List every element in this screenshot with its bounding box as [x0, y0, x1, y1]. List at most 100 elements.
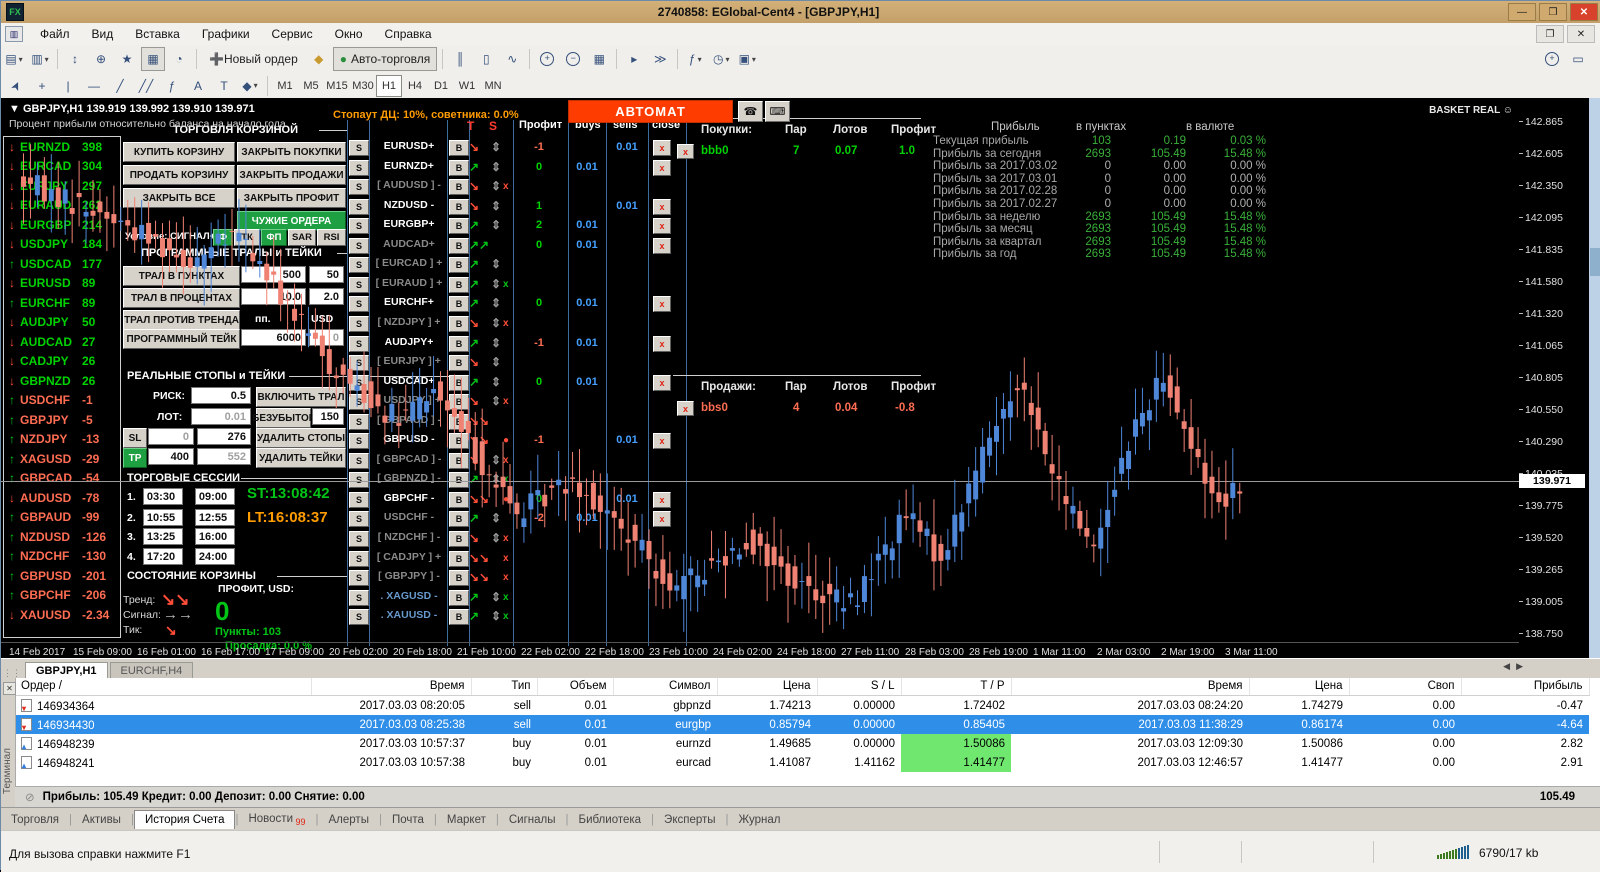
terminal-tab-Алерты[interactable]: Алерты — [319, 811, 379, 829]
tab-scroll-arrows[interactable]: ◀▶ — [1503, 661, 1529, 672]
close-row-button[interactable]: x — [653, 296, 671, 312]
tile-windows-icon[interactable]: ▦ — [587, 47, 611, 71]
cursor-tool-icon[interactable]: ➤ — [4, 74, 28, 98]
buy-toggle-button[interactable]: B — [449, 316, 469, 332]
metaeditor-icon[interactable]: ◆ — [307, 47, 331, 71]
sell-toggle-button[interactable]: S — [349, 511, 369, 527]
laptop-button[interactable]: ⌨ — [765, 101, 790, 122]
buy-toggle-button[interactable]: B — [449, 453, 469, 469]
buy-toggle-button[interactable]: B — [449, 218, 469, 234]
sell-toggle-button[interactable]: S — [349, 414, 369, 430]
phone-button[interactable]: ☎ — [738, 101, 763, 122]
close-all-button[interactable]: ЗАКРЫТЬ ВСЕ — [123, 188, 235, 208]
price-axis[interactable]: 142.865142.605142.350142.095141.835141.5… — [1519, 98, 1589, 658]
buy-toggle-button[interactable]: B — [449, 551, 469, 567]
orders-column-header[interactable]: Время — [311, 678, 471, 696]
buy-toggle-button[interactable]: B — [449, 140, 469, 156]
orders-column-header[interactable]: Цена — [1249, 678, 1349, 696]
profiles-button[interactable]: ▥▾ — [28, 47, 52, 71]
watchlist-item[interactable]: ↑NZDJPY-13 — [4, 430, 120, 450]
close-row-button[interactable]: x — [653, 160, 671, 176]
orders-column-header[interactable]: Время — [1011, 678, 1249, 696]
table-row[interactable]: ▾1469343642017.03.03 08:20:05sell0.01gbp… — [15, 696, 1589, 716]
buy-toggle-button[interactable]: B — [449, 199, 469, 215]
terminal-tab-Торговля[interactable]: Торговля — [1, 811, 69, 829]
sell-toggle-button[interactable]: S — [349, 531, 369, 547]
watchlist-item[interactable]: ↑NZDUSD-126 — [4, 527, 120, 547]
horizontal-line-tool-icon[interactable]: — — [82, 74, 106, 98]
watchlist-item[interactable]: ↑GBPUSD-201 — [4, 566, 120, 586]
watchlist-item[interactable]: ↓AUDUSD-78 — [4, 488, 120, 508]
sell-basket-button[interactable]: ПРОДАТЬ КОРЗИНУ — [123, 165, 235, 185]
trail-points-value2[interactable]: 50 — [309, 266, 344, 283]
trail-percent-value1[interactable]: 10.0 — [241, 288, 306, 305]
session-3-start[interactable]: 13:25 — [143, 528, 183, 545]
watchlist-item[interactable]: ↑GBPJPY-5 — [4, 410, 120, 430]
close-sells-button[interactable]: ЗАКРЫТЬ ПРОДАЖИ — [237, 165, 346, 185]
terminal-tab-Библиотека[interactable]: Библиотека — [569, 811, 652, 829]
orders-column-header[interactable]: Цена — [717, 678, 817, 696]
crosshair-tool-icon[interactable]: + — [30, 74, 54, 98]
session-1-start[interactable]: 03:30 — [143, 488, 183, 505]
menu-item-Вставка[interactable]: Вставка — [124, 27, 191, 41]
watchlist-item[interactable]: ↑GBPCHF-206 — [4, 586, 120, 606]
table-row[interactable]: ▴1469482392017.03.03 10:57:37buy0.01eurn… — [15, 734, 1589, 753]
close-buys-x-button[interactable]: x — [677, 144, 694, 159]
zoom-in-icon[interactable]: + — [535, 47, 559, 71]
tp-button[interactable]: TP — [123, 448, 147, 468]
orders-column-header[interactable]: Объем — [537, 678, 613, 696]
session-4-start[interactable]: 17:20 — [143, 548, 183, 565]
terminal-tab-Журнал[interactable]: Журнал — [729, 811, 791, 829]
risk-value[interactable]: 0.5 — [191, 387, 251, 404]
sell-toggle-button[interactable]: S — [349, 238, 369, 254]
breakeven-value[interactable]: 150 — [312, 408, 344, 425]
market-watch-icon[interactable]: ↕ — [63, 47, 87, 71]
sell-toggle-button[interactable]: S — [349, 551, 369, 567]
child-close-button[interactable]: ✕ — [1567, 25, 1595, 43]
watchlist-item[interactable]: ↑GBPAUD-99 — [4, 508, 120, 528]
trendline-tool-icon[interactable]: ╱ — [108, 74, 132, 98]
program-take-value2[interactable]: 0 — [309, 329, 344, 346]
close-row-button[interactable]: x — [653, 336, 671, 352]
sell-toggle-button[interactable]: S — [349, 179, 369, 195]
sell-toggle-button[interactable]: S — [349, 218, 369, 234]
sell-toggle-button[interactable]: S — [349, 316, 369, 332]
close-row-button[interactable]: x — [653, 199, 671, 215]
close-row-button[interactable]: x — [653, 492, 671, 508]
watchlist-item[interactable]: ↓AUDCAD27 — [4, 332, 120, 352]
timeframe-MN[interactable]: MN — [480, 75, 506, 97]
buy-toggle-button[interactable]: B — [449, 492, 469, 508]
timeframe-H4[interactable]: H4 — [402, 75, 428, 97]
close-row-button[interactable]: x — [653, 511, 671, 527]
menu-item-Вид[interactable]: Вид — [81, 27, 125, 41]
orders-column-header[interactable]: Прибыль — [1461, 678, 1589, 696]
sell-toggle-button[interactable]: S — [349, 277, 369, 293]
terminal-tab-История Счета[interactable]: История Счета — [134, 810, 236, 829]
watchlist-item[interactable]: ↓EURGBP214 — [4, 215, 120, 235]
watchlist-item[interactable]: ↓EURNZD398 — [4, 137, 120, 157]
watchlist-item[interactable]: ↑EURCHF89 — [4, 293, 120, 313]
buy-toggle-button[interactable]: B — [449, 179, 469, 195]
buy-toggle-button[interactable]: B — [449, 433, 469, 449]
tp-value2[interactable]: 552 — [197, 448, 251, 465]
watchlist-item[interactable]: ↓XAUUSD-2.34 — [4, 605, 120, 625]
templates-icon[interactable]: ▣▾ — [735, 47, 759, 71]
table-row[interactable]: ▾1469344302017.03.03 08:25:38sell0.01eur… — [15, 715, 1589, 734]
chart-scrollbar-thumb[interactable] — [1590, 248, 1600, 276]
close-profit-button[interactable]: ЗАКРЫТЬ ПРОФИТ — [237, 188, 346, 208]
sell-toggle-button[interactable]: S — [349, 355, 369, 371]
timeframe-M5[interactable]: M5 — [298, 75, 324, 97]
terminal-tab-Маркет[interactable]: Маркет — [437, 811, 496, 829]
chart-window-icon[interactable]: ▥ — [5, 26, 23, 42]
sell-toggle-button[interactable]: S — [349, 433, 369, 449]
buy-toggle-button[interactable]: B — [449, 355, 469, 371]
chart-tab-EURCHF,H4[interactable]: EURCHF,H4 — [110, 662, 194, 679]
tp-value1[interactable]: 400 — [148, 448, 194, 465]
navigator-icon[interactable]: ★ — [115, 47, 139, 71]
candlestick-chart-icon[interactable]: ▯ — [474, 47, 498, 71]
timeframe-H1[interactable]: H1 — [376, 75, 402, 97]
auto-trading-button[interactable]: ●Авто-торговля — [333, 47, 438, 71]
program-take-value1[interactable]: 6000 — [241, 329, 306, 346]
watchlist-item[interactable]: ↑USDCAD177 — [4, 254, 120, 274]
chart-shift-icon[interactable]: ≫ — [648, 47, 672, 71]
